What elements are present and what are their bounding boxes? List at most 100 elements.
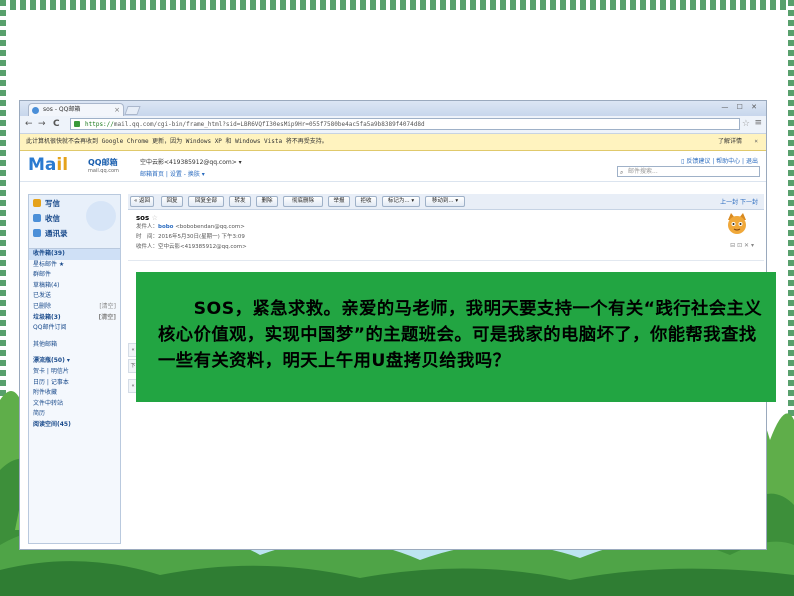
url-host: mail.qq.com: [113, 121, 154, 128]
folder-attachments[interactable]: 附件收藏: [29, 388, 120, 399]
forward-button[interactable]: 转发: [229, 196, 251, 207]
folder-cards[interactable]: 贺卡 | 明信片: [29, 367, 120, 378]
contacts-icon: [33, 229, 41, 237]
folder-spam[interactable]: 垃圾箱(3) [清空]: [29, 313, 120, 324]
folder-group[interactable]: 群邮件: [29, 270, 120, 281]
mail-header: Mail QQ邮箱 mail.qq.com 空中云影<419385912@qq.…: [20, 151, 766, 182]
folder-sent[interactable]: 已发送: [29, 291, 120, 302]
folder-label: 群邮件: [33, 271, 52, 279]
compose-button[interactable]: 写信: [33, 198, 60, 209]
folder-resume[interactable]: 简历: [29, 409, 120, 420]
new-tab-button[interactable]: [124, 106, 141, 115]
folder-label: 已发送: [33, 292, 52, 300]
folder-label: 已删除: [33, 302, 52, 310]
info-message: 此计算机很快就不会再收到 Google Chrome 更新，因为 Windows…: [26, 138, 328, 145]
time-value: 2016年5月30日(星期一) 下午3:09: [158, 234, 245, 240]
top-border-stripe: [0, 0, 794, 10]
folder-label: 阅读空间(45): [33, 420, 71, 428]
folder-file-transfer[interactable]: 文件中转站: [29, 399, 120, 410]
account-name[interactable]: 空中云影<419385912@qq.com> ▾: [140, 157, 242, 166]
reload-icon[interactable]: C: [53, 119, 60, 129]
qq-mail-logo[interactable]: Mail: [28, 155, 68, 175]
update-info-bar: 此计算机很快就不会再收到 Google Chrome 更新，因为 Windows…: [20, 134, 766, 151]
logo-domain: mail.qq.com: [88, 168, 119, 174]
mail-search-input[interactable]: ⌕ 邮件搜索...: [617, 166, 760, 177]
mail-toolbar: « 返回 回复 回复全部 转发 删除 彻底删除 举报 拒收 标记为... ▾ 移…: [128, 194, 764, 210]
title-bar: sos - QQ邮箱 × — ☐ ✕: [20, 101, 766, 116]
folder-reading-space[interactable]: 阅读空间(45): [29, 420, 120, 431]
folder-subscriptions[interactable]: QQ邮件订阅: [29, 323, 120, 334]
move-to-dropdown[interactable]: 移动到... ▾: [425, 196, 465, 207]
learn-more-link[interactable]: 了解详情: [718, 134, 742, 150]
back-arrow-icon[interactable]: ←: [25, 119, 33, 129]
folder-label: 简历: [33, 410, 46, 418]
inbox-icon: [33, 214, 41, 222]
top-links[interactable]: ▯ 反馈建议 | 帮助中心 | 退出: [681, 156, 758, 165]
contacts-button[interactable]: 通讯录: [33, 228, 68, 239]
time-label: 时 间：: [136, 234, 159, 240]
menu-icon[interactable]: ≡: [754, 118, 762, 128]
mark-as-dropdown[interactable]: 标记为... ▾: [382, 196, 420, 207]
qq-mail-favicon-icon: [32, 107, 39, 114]
folder-starred[interactable]: 星标邮件 ★: [29, 260, 120, 271]
folder-label: 草稿箱(4): [33, 281, 60, 289]
folder-label: 漂流瓶(50) ▾: [33, 357, 70, 365]
message-actions[interactable]: ⊟ ⊡ ✕ ▾: [730, 242, 754, 249]
logo-name: QQ邮箱: [88, 158, 118, 167]
logo-text-accent: il: [56, 155, 69, 175]
folder-deleted[interactable]: 已删除 [清空]: [29, 302, 120, 313]
from-line: 发件人：bobo <bobobendan@qq.com>: [136, 222, 756, 232]
to-label: 收件人：: [136, 244, 159, 250]
folder-drafts[interactable]: 草稿箱(4): [29, 281, 120, 292]
logo-text-main: Ma: [28, 155, 57, 175]
browser-tab[interactable]: sos - QQ邮箱 ×: [28, 103, 124, 116]
to-value: 空中云影<419385912@qq.com>: [158, 244, 247, 250]
from-name[interactable]: bobo: [158, 224, 173, 230]
empty-spam-link[interactable]: [清空]: [99, 313, 117, 324]
message-subject: sos ☆: [136, 214, 756, 222]
cat-avatar-icon: [728, 213, 746, 234]
receive-button[interactable]: 收信: [33, 213, 60, 224]
mail-sidebar: 写信 收信 通讯录 收件箱(39) 星标邮件 ★ 群邮件 草稿箱(4) 已发送 …: [28, 194, 121, 544]
url-path: /cgi-bin/frame_html?sid=LBR6VQfI30esMip9…: [153, 121, 425, 128]
folder-label: 贺卡 | 明信片: [33, 367, 69, 375]
permanent-delete-button[interactable]: 彻底删除: [283, 196, 323, 207]
folder-label: 收件箱(39): [33, 250, 65, 257]
report-button[interactable]: 举报: [328, 196, 350, 207]
star-icon[interactable]: ☆: [152, 214, 158, 222]
reply-button[interactable]: 回复: [161, 196, 183, 207]
quick-actions: 写信 收信 通讯录: [29, 195, 120, 249]
folder-calendar[interactable]: 日历 | 记事本: [29, 378, 120, 389]
folder-drift-bottle[interactable]: 漂流瓶(50) ▾: [29, 356, 120, 367]
message-header: sos ☆ 发件人：bobo <bobobendan@qq.com> 时 间：2…: [128, 210, 764, 260]
folder-label: 附件收藏: [33, 389, 58, 397]
back-button[interactable]: « 返回: [130, 196, 154, 207]
empty-deleted-link[interactable]: [清空]: [99, 302, 116, 313]
folder-label: 垃圾箱(3): [33, 313, 61, 321]
pencil-icon: [33, 199, 41, 207]
folder-other-mailbox[interactable]: 其他邮箱: [29, 340, 120, 351]
tab-close-icon[interactable]: ×: [114, 104, 120, 116]
delete-button[interactable]: 删除: [256, 196, 278, 207]
from-address: <bobobendan@qq.com>: [175, 224, 245, 230]
account-links[interactable]: 邮箱首页 | 设置 - 换肤 ▾: [140, 169, 205, 178]
reply-all-button[interactable]: 回复全部: [188, 196, 224, 207]
compose-label: 写信: [45, 199, 60, 208]
search-icon: ⌕: [620, 169, 624, 176]
forward-arrow-icon[interactable]: →: [38, 119, 46, 129]
close-icon[interactable]: ×: [754, 134, 758, 150]
window-controls[interactable]: — ☐ ✕: [721, 103, 760, 111]
contacts-label: 通讯录: [45, 229, 68, 238]
reject-button[interactable]: 拒收: [355, 196, 377, 207]
slide: sos - QQ邮箱 × — ☐ ✕ ← → C https://mail.qq…: [0, 0, 794, 596]
star-icon[interactable]: ☆: [742, 119, 750, 129]
url-input[interactable]: https://mail.qq.com/cgi-bin/frame_html?s…: [70, 118, 740, 130]
folder-label: 星标邮件 ★: [33, 260, 65, 268]
lock-icon: [74, 121, 80, 127]
folder-label: 日历 | 记事本: [33, 378, 69, 386]
to-line: 收件人：空中云影<419385912@qq.com>: [136, 242, 756, 252]
sidebar-decoration: [86, 201, 116, 231]
prev-next-links[interactable]: 上一封 下一封: [720, 197, 758, 206]
folder-label: QQ邮件订阅: [33, 324, 67, 332]
folder-inbox[interactable]: 收件箱(39): [29, 249, 120, 260]
